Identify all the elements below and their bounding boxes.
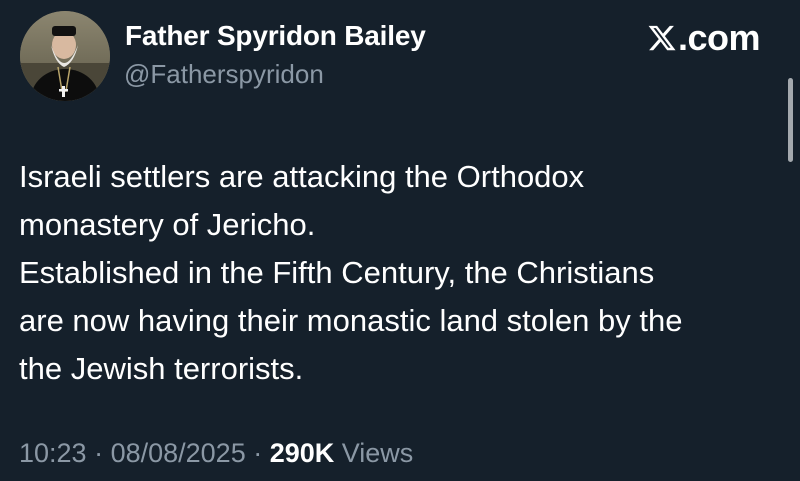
tweet-line: Israeli settlers are attacking the Ortho… — [19, 159, 585, 194]
author-handle[interactable]: @Fatherspyridon — [124, 59, 324, 90]
tweet-card: Father Spyridon Bailey @Fatherspyridon .… — [0, 0, 800, 481]
x-logo-icon — [648, 25, 676, 51]
brand-text: .com — [677, 17, 761, 58]
scrollbar[interactable] — [788, 78, 793, 162]
brand-logo: .com — [647, 17, 761, 58]
tweet-time[interactable]: 10:23 — [19, 438, 87, 468]
tweet-line: the Jewish terrorists. — [19, 351, 304, 386]
tweet-text: Israeli settlers are attacking the Ortho… — [19, 153, 779, 393]
tweet-line: monastery of Jericho. — [19, 207, 316, 242]
tweet-meta: 10:23 · 08/08/2025 · 290K Views — [19, 438, 413, 469]
meta-separator: · — [86, 438, 111, 468]
views-count: 290K — [269, 438, 335, 468]
avatar-image — [20, 11, 110, 101]
tweet-date[interactable]: 08/08/2025 — [111, 438, 246, 468]
author-name[interactable]: Father Spyridon Bailey — [125, 20, 426, 52]
tweet-line: are now having their monastic land stole… — [19, 303, 683, 338]
meta-separator: · — [245, 438, 270, 468]
views-label: Views — [334, 438, 414, 468]
avatar[interactable] — [20, 11, 110, 101]
tweet-line: Established in the Fifth Century, the Ch… — [19, 255, 655, 290]
